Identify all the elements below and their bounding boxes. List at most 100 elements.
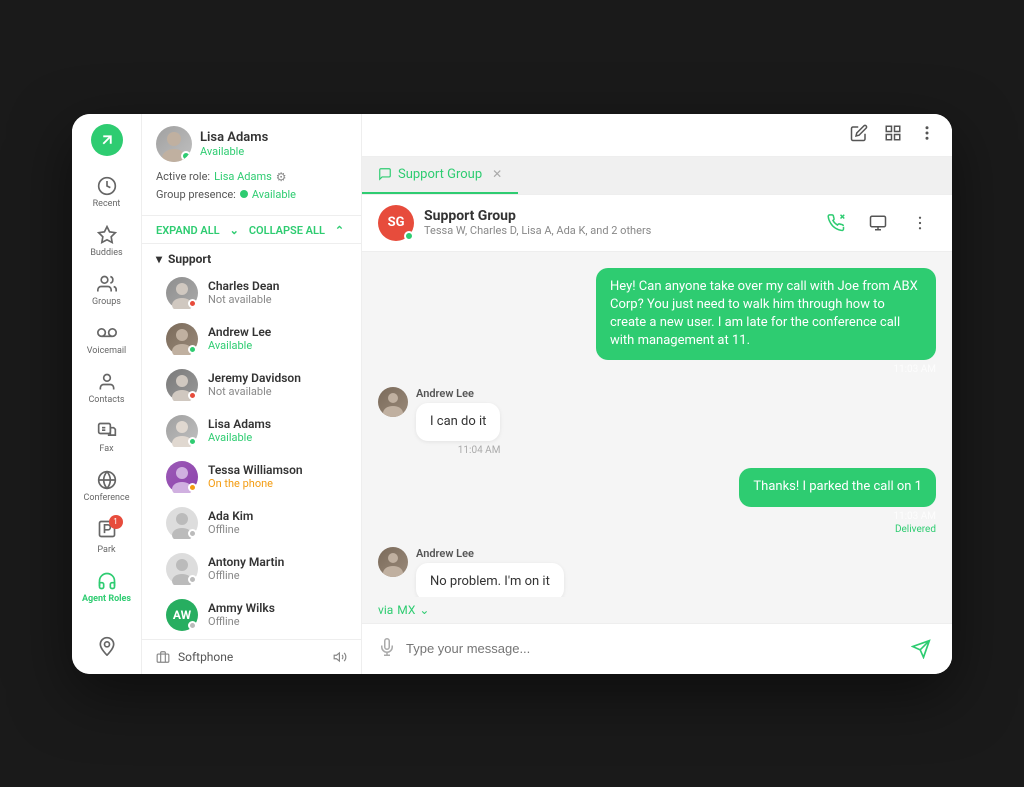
chat-input-bar bbox=[362, 623, 952, 674]
chat-header-left: SG Support Group Tessa W, Charles D, Lis… bbox=[378, 205, 651, 241]
nav-logo[interactable] bbox=[91, 124, 123, 156]
role-link[interactable]: Lisa Adams bbox=[214, 170, 272, 183]
edit-icon[interactable] bbox=[850, 124, 868, 146]
send-button[interactable] bbox=[906, 634, 936, 664]
presence-dot bbox=[240, 190, 248, 198]
group-label: Support bbox=[168, 252, 211, 266]
expand-all-btn[interactable]: EXPAND ALL bbox=[156, 224, 220, 237]
more-icon[interactable] bbox=[918, 124, 936, 146]
group-header-support[interactable]: ▾ Support bbox=[142, 244, 361, 270]
list-item[interactable]: Andrew Lee Available bbox=[142, 316, 361, 362]
message-bubble: I can do it bbox=[416, 403, 500, 441]
list-item[interactable]: Tessa Williamson On the phone bbox=[142, 454, 361, 500]
message-row: Hey! Can anyone take over my call with J… bbox=[378, 268, 936, 376]
contacts-panel: Lisa Adams Available Active role: Lisa A… bbox=[142, 114, 362, 674]
expand-collapse-row: EXPAND ALL ⌄ COLLAPSE ALL ⌃ bbox=[142, 216, 361, 244]
softphone-bar: Softphone bbox=[142, 639, 361, 674]
contact-status: On the phone bbox=[208, 477, 347, 490]
avatar bbox=[166, 323, 198, 355]
msg-sender: Andrew Lee bbox=[416, 387, 500, 400]
contact-name: Lisa Adams bbox=[208, 417, 347, 431]
message-row: Andrew Lee I can do it 11:04 AM bbox=[378, 387, 936, 456]
expand-chevron: ⌄ bbox=[230, 224, 239, 237]
volume-icon[interactable] bbox=[333, 650, 347, 664]
avatar bbox=[166, 553, 198, 585]
avatar: AW bbox=[166, 599, 198, 631]
list-item[interactable]: Jeremy Davidson Not available bbox=[142, 362, 361, 408]
screen-share-btn[interactable] bbox=[862, 207, 894, 239]
chat-tab-icon bbox=[378, 167, 392, 181]
status-dot-offline bbox=[188, 621, 197, 630]
sidebar-item-fax[interactable]: Fax bbox=[72, 413, 141, 462]
list-item[interactable]: Lisa Adams Available bbox=[142, 408, 361, 454]
sidebar-item-groups[interactable]: Groups bbox=[72, 266, 141, 315]
msg-sender: Andrew Lee bbox=[416, 547, 564, 560]
call-btn[interactable] bbox=[820, 207, 852, 239]
softphone-label: Softphone bbox=[178, 650, 233, 664]
softphone-icon bbox=[156, 650, 170, 664]
message-row: Andrew Lee No problem. I'm on it 11:04 A… bbox=[378, 547, 936, 597]
gear-icon[interactable]: ⚙ bbox=[276, 170, 287, 184]
sidebar-item-contacts[interactable]: Contacts bbox=[72, 364, 141, 413]
sidebar-item-buddies[interactable]: Buddies bbox=[72, 217, 141, 266]
presence-row: Group presence: Available bbox=[156, 188, 347, 201]
mic-icon[interactable] bbox=[378, 638, 396, 660]
chat-header-actions bbox=[820, 207, 936, 239]
list-item[interactable]: AW Ammy Wilks Offline bbox=[142, 592, 361, 638]
tab-close-btn[interactable]: ✕ bbox=[492, 167, 502, 181]
contact-status: Not available bbox=[208, 293, 347, 306]
contact-status: Offline bbox=[208, 523, 347, 536]
chat-header: SG Support Group Tessa W, Charles D, Lis… bbox=[362, 195, 952, 252]
avatar bbox=[166, 415, 198, 447]
message-input[interactable] bbox=[406, 641, 896, 656]
sidebar-item-conference[interactable]: Conference bbox=[72, 462, 141, 511]
status-dot-onphone bbox=[188, 483, 197, 492]
sidebar-item-location[interactable] bbox=[93, 628, 121, 664]
message-row: Thanks! I parked the call on 1 11:03 AM … bbox=[378, 468, 936, 534]
contact-name: Antony Martin bbox=[208, 555, 347, 569]
list-item[interactable]: Antony Martin Offline bbox=[142, 546, 361, 592]
contact-status: Available bbox=[208, 431, 347, 444]
status-dot-offline bbox=[188, 529, 197, 538]
status-dot-busy bbox=[188, 299, 197, 308]
user-avatar bbox=[156, 126, 192, 162]
user-status: Available bbox=[200, 145, 268, 158]
group-online-dot bbox=[404, 231, 414, 241]
contacts-header: Lisa Adams Available Active role: Lisa A… bbox=[142, 114, 361, 216]
sidebar-item-voicemail[interactable]: Voicemail bbox=[72, 315, 141, 364]
chat-group-name: Support Group bbox=[424, 208, 651, 224]
sidebar-item-park[interactable]: 1 Park bbox=[72, 511, 141, 563]
contact-status: Offline bbox=[208, 569, 347, 582]
contact-name: Tessa Williamson bbox=[208, 463, 347, 477]
group-avatar: SG bbox=[378, 205, 414, 241]
msg-delivered: Delivered bbox=[739, 524, 936, 535]
via-value[interactable]: MX bbox=[397, 603, 415, 617]
messages-area: Hey! Can anyone take over my call with J… bbox=[362, 252, 952, 597]
grid-icon[interactable] bbox=[884, 124, 902, 146]
contact-name: Ammy Wilks bbox=[208, 601, 347, 615]
park-badge: 1 bbox=[109, 515, 123, 529]
list-item[interactable]: Charles Dean Not available bbox=[142, 270, 361, 316]
avatar bbox=[166, 277, 198, 309]
collapse-all-btn[interactable]: COLLAPSE ALL bbox=[249, 224, 325, 237]
list-item[interactable]: Ada Kim Offline bbox=[142, 500, 361, 546]
msg-time: 11:03 AM bbox=[596, 364, 936, 375]
contact-name: Jeremy Davidson bbox=[208, 371, 347, 385]
avatar bbox=[166, 461, 198, 493]
contacts-list: ▾ Support Charles Dean Not available bbox=[142, 244, 361, 639]
tab-label: Support Group bbox=[398, 167, 482, 182]
msg-avatar bbox=[378, 547, 408, 577]
sidebar-item-agent-roles[interactable]: Agent Roles bbox=[72, 563, 141, 612]
status-dot-busy bbox=[188, 391, 197, 400]
contact-name: Ada Kim bbox=[208, 509, 347, 523]
tab-support-group[interactable]: Support Group ✕ bbox=[362, 157, 518, 194]
status-dot-available bbox=[188, 437, 197, 446]
sidebar-item-recent[interactable]: Recent bbox=[72, 168, 141, 217]
message-bubble: Thanks! I parked the call on 1 bbox=[739, 468, 936, 506]
via-bar: via MX ⌄ bbox=[362, 597, 952, 623]
collapse-chevron: ⌃ bbox=[335, 224, 344, 237]
presence-value: Available bbox=[252, 188, 296, 201]
chat-tabs: Support Group ✕ bbox=[362, 157, 952, 195]
header-more-btn[interactable] bbox=[904, 207, 936, 239]
contact-status: Available bbox=[208, 339, 347, 352]
